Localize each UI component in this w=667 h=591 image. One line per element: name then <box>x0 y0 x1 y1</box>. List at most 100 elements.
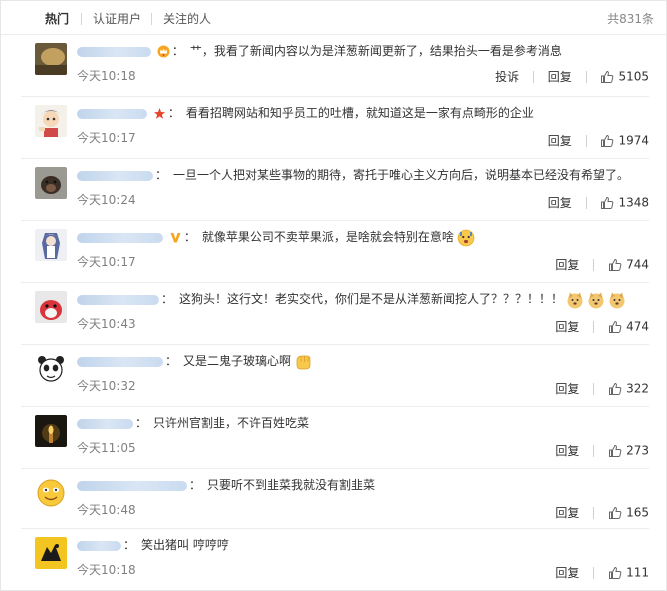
thumbs-up-icon <box>608 320 622 334</box>
comment-actions: 投诉 回复 5105 <box>495 68 649 84</box>
action-divider <box>593 506 595 519</box>
reply-button[interactable]: 回复 <box>548 133 572 149</box>
report-button[interactable]: 投诉 <box>495 69 519 85</box>
comment-item: ：艹，我看了新闻内容以为是洋葱新闻更新了，结果抬头一看是参考消息 今天10:18… <box>21 35 649 97</box>
thumbs-up-icon <box>608 506 622 520</box>
comment-text-line: ：这狗头！这行文！老实交代，你们是不是从洋葱新闻挖人了？？？！！！ <box>77 289 649 309</box>
comment-text-line: ：笑出猪叫 哼哼哼 <box>77 535 649 555</box>
thumbs-up-icon <box>600 134 614 148</box>
comment-text: 这狗头！这行文！老实交代，你们是不是从洋葱新闻挖人了？？？！！！ <box>179 292 564 306</box>
comment-text: 看看招聘网站和知乎员工的吐槽，就知道这是一家有点畸形的企业 <box>185 106 534 120</box>
comment-text-line: ：只要听不到韭菜我就没有割韭菜 <box>77 475 649 495</box>
like-button[interactable]: 1348 <box>600 194 649 211</box>
comment-actions: 回复 322 <box>555 380 649 396</box>
comment-item: ：又是二鬼子玻璃心啊 今天10:32 回复 322 <box>21 345 649 407</box>
comment-time: 今天10:43 <box>77 317 136 331</box>
blurred-username[interactable] <box>77 294 159 305</box>
like-count: 744 <box>626 257 649 272</box>
blurred-username[interactable] <box>77 46 151 57</box>
anime-avatar[interactable] <box>35 229 67 261</box>
shocked-emoji-icon <box>457 229 475 247</box>
reply-button[interactable]: 回复 <box>548 195 572 211</box>
action-divider <box>585 196 587 209</box>
like-button[interactable]: 1974 <box>600 132 649 149</box>
comment-text: 又是二鬼子玻璃心啊 <box>183 354 292 368</box>
blurred-username[interactable] <box>77 418 133 429</box>
comment-actions: 回复 1974 <box>548 132 649 148</box>
blurred-username[interactable] <box>77 356 163 367</box>
blurred-username[interactable] <box>77 232 163 243</box>
comment-text: 就像苹果公司不卖苹果派，是啥就会特别在意啥 <box>201 230 454 244</box>
comment-item: ：看看招聘网站和知乎员工的吐槽，就知道这是一家有点畸形的企业 今天10:17 回… <box>21 97 649 159</box>
comment-time: 今天11:05 <box>77 441 136 455</box>
like-count: 1348 <box>618 195 649 210</box>
candle-avatar[interactable] <box>35 415 67 447</box>
tab-divider <box>151 13 152 25</box>
reply-button[interactable]: 回复 <box>555 257 579 273</box>
comment-actions: 回复 1348 <box>548 194 649 210</box>
like-button[interactable]: 111 <box>608 564 649 581</box>
comment-text: 只要听不到韭菜我就没有割韭菜 <box>207 478 376 492</box>
comment-time: 今天10:18 <box>77 563 136 577</box>
comment-text-line: ：一旦一个人把对某些事物的期待，寄托于唯心主义方向后，说明基本已经没有希望了。 <box>77 165 649 185</box>
doge-emoji-icon <box>566 291 584 309</box>
like-button[interactable]: 744 <box>608 256 649 273</box>
reply-button[interactable]: 回复 <box>548 69 572 85</box>
action-divider <box>593 382 595 395</box>
thumbs-up-icon <box>600 196 614 210</box>
photo-avatar[interactable] <box>35 43 67 75</box>
like-button[interactable]: 474 <box>608 318 649 335</box>
thumbs-up-icon <box>608 258 622 272</box>
like-count: 322 <box>626 381 649 396</box>
like-button[interactable]: 273 <box>608 442 649 459</box>
blurred-username[interactable] <box>77 108 147 119</box>
comment-text: 一旦一个人把对某些事物的期待，寄托于唯心主义方向后，说明基本已经没有希望了。 <box>173 168 630 182</box>
comment-panel: 热门 认证用户 关注的人 共831条 ：艹，我看了新闻内容以为是洋葱新闻更新了，… <box>0 0 667 591</box>
like-button[interactable]: 322 <box>608 380 649 397</box>
tab-hot[interactable]: 热门 <box>45 11 69 27</box>
like-count: 273 <box>626 443 649 458</box>
bird-avatar[interactable] <box>35 291 67 323</box>
cartoon-avatar[interactable] <box>35 105 67 137</box>
dog-avatar[interactable] <box>35 167 67 199</box>
reply-button[interactable]: 回复 <box>555 443 579 459</box>
reply-button[interactable]: 回复 <box>555 565 579 581</box>
crown-badge-icon <box>157 45 170 58</box>
reply-button[interactable]: 回复 <box>555 505 579 521</box>
blurred-username[interactable] <box>77 540 121 551</box>
panda-avatar[interactable] <box>35 353 67 385</box>
like-count: 165 <box>626 505 649 520</box>
comment-time: 今天10:24 <box>77 193 136 207</box>
action-divider <box>532 70 534 83</box>
action-divider <box>593 320 595 333</box>
comment-text-line: ：艹，我看了新闻内容以为是洋葱新闻更新了，结果抬头一看是参考消息 <box>77 41 649 61</box>
comment-actions: 回复 744 <box>555 256 649 272</box>
thumbs-up-icon <box>600 70 614 84</box>
like-button[interactable]: 5105 <box>600 68 649 85</box>
comment-time: 今天10:17 <box>77 255 136 269</box>
blurred-username[interactable] <box>77 480 187 491</box>
comment-text-line: ：又是二鬼子玻璃心啊 <box>77 351 649 371</box>
comment-item: ：一旦一个人把对某些事物的期待，寄托于唯心主义方向后，说明基本已经没有希望了。 … <box>21 159 649 221</box>
comment-actions: 回复 474 <box>555 318 649 334</box>
like-count: 474 <box>626 319 649 334</box>
like-count: 111 <box>626 565 649 580</box>
comment-item: ：只许州官割韭，不许百姓吃菜 今天11:05 回复 273 <box>21 407 649 469</box>
star-badge-icon <box>153 107 166 120</box>
reply-button[interactable]: 回复 <box>555 381 579 397</box>
tab-verified-users[interactable]: 认证用户 <box>93 11 141 27</box>
action-divider <box>593 444 595 457</box>
smiley-avatar[interactable] <box>35 477 67 509</box>
action-divider <box>593 566 595 579</box>
like-button[interactable]: 165 <box>608 504 649 521</box>
reply-button[interactable]: 回复 <box>555 319 579 335</box>
thumbs-up-icon <box>608 566 622 580</box>
blurred-username[interactable] <box>77 170 153 181</box>
comment-text-line: ：看看招聘网站和知乎员工的吐槽，就知道这是一家有点畸形的企业 <box>77 103 649 123</box>
tab-following[interactable]: 关注的人 <box>163 11 211 27</box>
comment-time: 今天10:48 <box>77 503 136 517</box>
action-divider <box>585 70 587 83</box>
emblem-avatar[interactable] <box>35 537 67 569</box>
comment-time: 今天10:17 <box>77 131 136 145</box>
doge-emoji-icon <box>587 291 605 309</box>
